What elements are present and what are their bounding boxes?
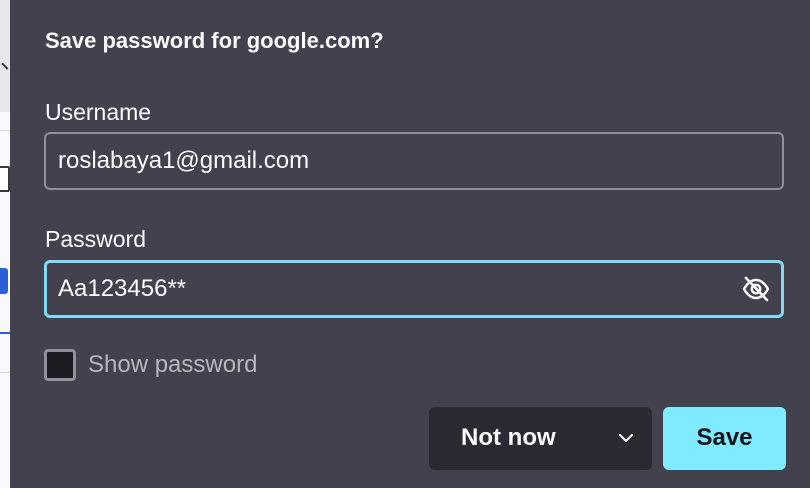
page-blue-control-fragment <box>0 268 8 294</box>
chevron-down-icon[interactable] <box>618 431 634 445</box>
underlying-page-edge <box>0 0 10 488</box>
page-divider <box>0 130 10 131</box>
eye-slash-icon[interactable] <box>741 276 771 302</box>
dialog-title: Save password for google.com? <box>45 28 384 53</box>
username-field-box[interactable] <box>44 132 784 190</box>
not-now-label: Not now <box>461 424 556 451</box>
password-input[interactable] <box>58 263 738 315</box>
page-checkbox-fragment <box>0 166 10 192</box>
backdrop: Save password for google.com? Username P… <box>0 0 810 488</box>
username-label: Username <box>45 99 152 125</box>
page-header-strip <box>0 0 10 112</box>
save-password-doorhanger: Save password for google.com? Username P… <box>10 0 810 488</box>
show-password-label[interactable]: Show password <box>88 351 257 379</box>
page-blue-line-fragment <box>0 332 10 334</box>
page-divider <box>0 372 10 373</box>
show-password-checkbox[interactable] <box>44 349 76 381</box>
password-label: Password <box>45 226 146 252</box>
password-field-box[interactable] <box>44 260 784 318</box>
username-input[interactable] <box>58 134 738 188</box>
save-label: Save <box>696 424 753 451</box>
not-now-button[interactable]: Not now <box>429 407 652 470</box>
save-button[interactable]: Save <box>663 407 786 470</box>
